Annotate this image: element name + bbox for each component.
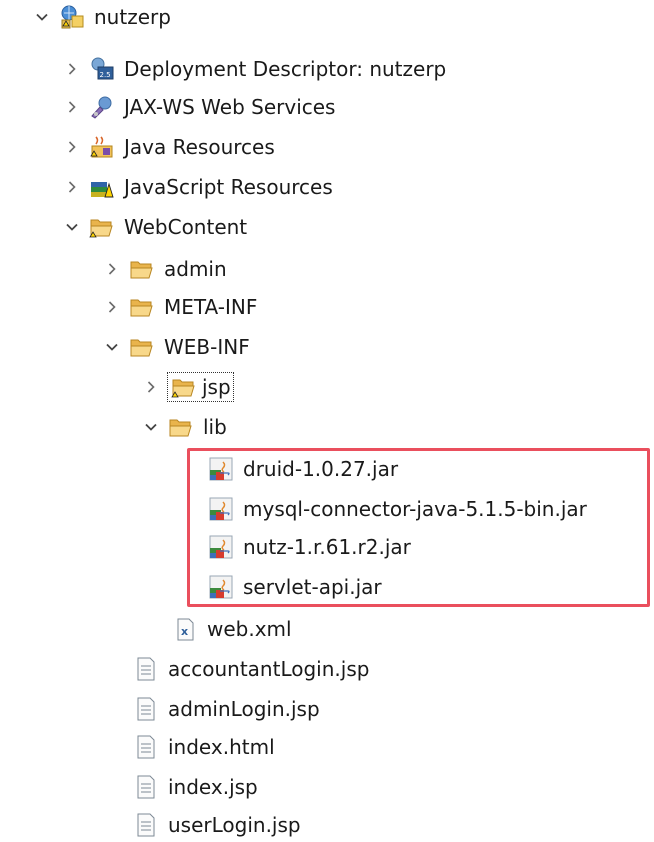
- java-resources-icon: [88, 133, 116, 161]
- tree-node-label: web.xml: [207, 617, 292, 641]
- folder-icon: [128, 333, 156, 361]
- tree-node-webcontent[interactable]: WebContent: [64, 210, 247, 244]
- file-icon: [132, 811, 160, 839]
- chevron-right-icon[interactable]: [64, 99, 80, 115]
- tree-node-label: JavaScript Resources: [124, 175, 333, 199]
- chevron-down-icon[interactable]: [143, 419, 159, 435]
- tree-node-label: META-INF: [164, 295, 258, 319]
- javascript-resources-icon: [88, 173, 116, 201]
- tree-node-web-inf[interactable]: WEB-INF: [104, 330, 250, 364]
- tree-node-file[interactable]: adminLogin.jsp: [132, 692, 320, 726]
- tree-node-label: WEB-INF: [164, 335, 250, 359]
- chevron-right-icon[interactable]: [64, 179, 80, 195]
- svg-text:2.5: 2.5: [100, 71, 111, 79]
- tree-node-web-xml[interactable]: x web.xml: [171, 612, 292, 646]
- tree-node-nutzerp[interactable]: nutzerp: [34, 0, 171, 34]
- chevron-down-icon[interactable]: [104, 339, 120, 355]
- tree-node-jaxws[interactable]: JAX-WS Web Services: [64, 90, 335, 124]
- tree-node-label: WebContent: [124, 215, 248, 239]
- file-icon: [132, 773, 160, 801]
- tree-node-javascript-resources[interactable]: JavaScript Resources: [64, 170, 333, 204]
- tree-node-label: accountantLogin.jsp: [168, 657, 370, 681]
- chevron-right-icon[interactable]: [104, 261, 120, 277]
- chevron-right-icon[interactable]: [143, 379, 159, 395]
- tree-node-label: admin: [164, 257, 227, 281]
- file-icon: [132, 655, 160, 683]
- highlight-annotation-box: [187, 448, 650, 607]
- xml-file-icon: x: [171, 615, 199, 643]
- tree-node-label: index.jsp: [168, 775, 258, 799]
- web-project-icon: [58, 3, 86, 31]
- tree-node-meta-inf[interactable]: META-INF: [104, 290, 257, 324]
- svg-text:x: x: [181, 625, 188, 638]
- chevron-down-icon[interactable]: [34, 9, 50, 25]
- tree-node-label: nutzerp: [94, 5, 171, 29]
- folder-icon: [167, 413, 195, 441]
- tree-node-label: Java Resources: [124, 135, 275, 159]
- tree-node-label: lib: [203, 415, 227, 439]
- chevron-down-icon[interactable]: [64, 219, 80, 235]
- tree-node-deployment-descriptor[interactable]: 2.5 Deployment Descriptor: nutzerp: [64, 52, 446, 86]
- chevron-right-icon[interactable]: [64, 61, 80, 77]
- tree-node-jsp[interactable]: jsp: [143, 370, 234, 404]
- deployment-descriptor-icon: 2.5: [88, 55, 116, 83]
- tree-node-label: JAX-WS Web Services: [124, 95, 336, 119]
- tree-node-file[interactable]: index.jsp: [132, 770, 258, 804]
- tree-node-label: userLogin.jsp: [168, 813, 301, 837]
- tree-node-admin[interactable]: admin: [104, 252, 227, 286]
- tree-node-lib[interactable]: lib: [143, 410, 227, 444]
- tree-node-label: index.html: [168, 735, 275, 759]
- file-icon: [132, 733, 160, 761]
- tree-node-label: jsp: [202, 375, 231, 399]
- folder-icon: [170, 373, 198, 401]
- tree-node-file[interactable]: userLogin.jsp: [132, 808, 301, 842]
- web-services-icon: [88, 93, 116, 121]
- tree-node-java-resources[interactable]: Java Resources: [64, 130, 275, 164]
- tree-node-file[interactable]: index.html: [132, 730, 275, 764]
- chevron-right-icon[interactable]: [104, 299, 120, 315]
- folder-icon: [128, 293, 156, 321]
- tree-node-label: Deployment Descriptor: nutzerp: [124, 57, 447, 81]
- folder-icon: [128, 255, 156, 283]
- chevron-right-icon[interactable]: [64, 139, 80, 155]
- file-icon: [132, 695, 160, 723]
- tree-node-label: adminLogin.jsp: [168, 697, 320, 721]
- focus-outline: jsp: [167, 372, 234, 402]
- tree-node-file[interactable]: accountantLogin.jsp: [132, 652, 369, 686]
- folder-icon: [88, 213, 116, 241]
